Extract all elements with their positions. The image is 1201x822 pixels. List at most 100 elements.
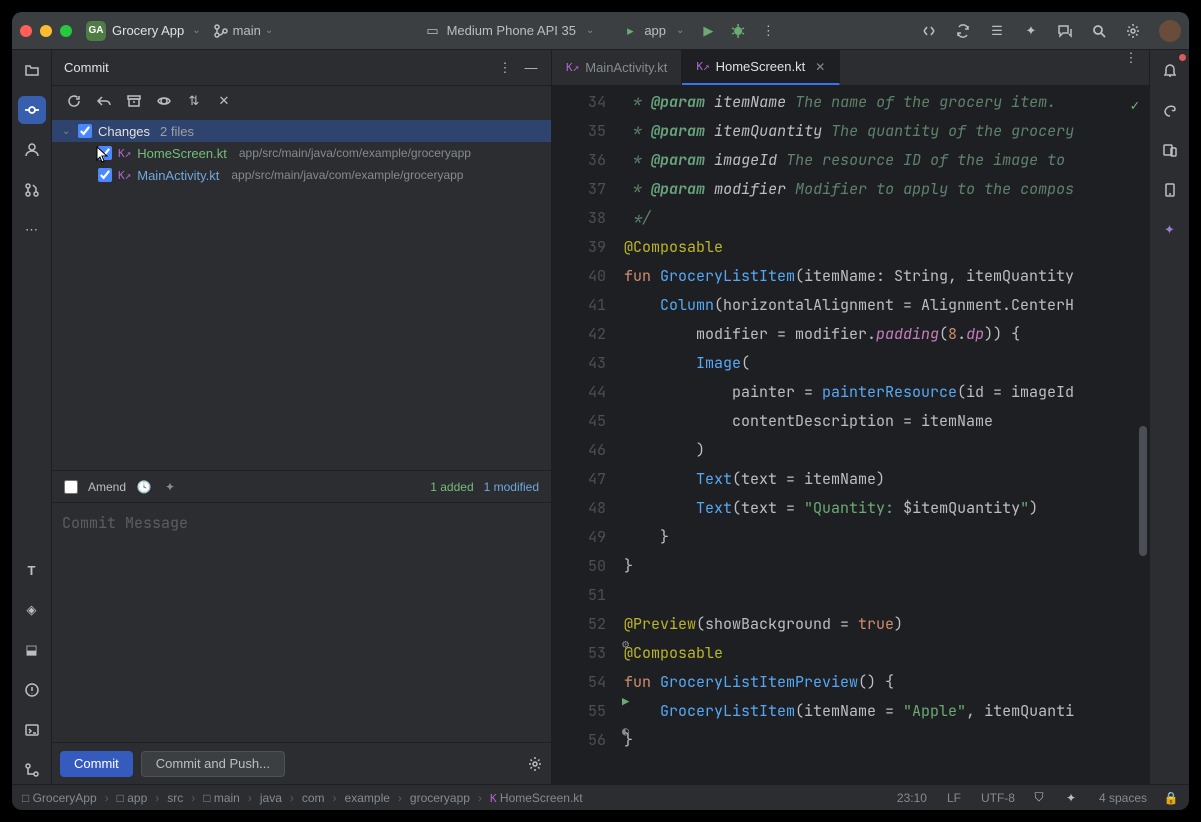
close-tab-icon[interactable]: ✕ xyxy=(815,60,825,74)
app-quality-tool[interactable]: ◈ xyxy=(18,596,46,624)
file-path: app/src/main/java/com/example/groceryapp xyxy=(231,168,463,182)
window-minimize[interactable] xyxy=(40,25,52,37)
running-devices-tool[interactable] xyxy=(1156,176,1184,204)
inspection-ok-icon[interactable]: ✓ xyxy=(1131,92,1139,121)
close-icon[interactable]: ✕ xyxy=(216,93,232,109)
commit-settings-icon[interactable] xyxy=(527,756,543,772)
problems-tool[interactable] xyxy=(18,676,46,704)
people-tool[interactable] xyxy=(18,136,46,164)
window-close[interactable] xyxy=(20,25,32,37)
run-config[interactable]: app xyxy=(644,23,666,38)
commit-tool[interactable] xyxy=(18,96,46,124)
tab-label: HomeScreen.kt xyxy=(716,59,806,74)
tab-homescreen[interactable]: K↗ HomeScreen.kt ✕ xyxy=(682,50,840,85)
readonly-icon[interactable]: ⛉ xyxy=(1031,790,1047,806)
notifications-tool[interactable] xyxy=(1156,56,1184,84)
show-diff-icon[interactable] xyxy=(156,93,172,109)
gutter-run-icon[interactable]: ▶ xyxy=(622,688,629,717)
gutter-marker-icon[interactable]: ◐ xyxy=(622,717,629,746)
panel-minimize-icon[interactable]: — xyxy=(523,60,539,76)
breadcrumb[interactable]: □ GroceryApp xyxy=(22,791,97,805)
run-icon[interactable]: ▶ xyxy=(700,23,716,39)
tab-options-icon[interactable]: ⋮ xyxy=(1123,50,1139,66)
expand-icon[interactable]: ⇅ xyxy=(186,93,202,109)
file-name: HomeScreen.kt xyxy=(137,146,227,161)
changes-node[interactable]: ⌄ Changes 2 files xyxy=(52,120,551,142)
file-row[interactable]: K↗ MainActivity.kt app/src/main/java/com… xyxy=(52,164,551,186)
added-count: 1 added xyxy=(430,480,473,494)
changes-tree[interactable]: ⌄ Changes 2 files K↗ HomeScreen.kt app/s… xyxy=(52,116,551,470)
gradle-tool[interactable] xyxy=(1156,96,1184,124)
changes-checkbox[interactable] xyxy=(78,124,92,138)
project-badge: GA xyxy=(86,21,106,41)
commit-button[interactable]: Commit xyxy=(60,751,133,777)
search-icon[interactable] xyxy=(1091,23,1107,39)
breadcrumb[interactable]: example xyxy=(345,791,390,805)
more-tools[interactable]: ⋯ xyxy=(18,216,46,244)
breadcrumb[interactable]: □ main xyxy=(203,791,240,805)
lock-icon[interactable]: 🔒 xyxy=(1163,790,1179,806)
line-gutter: ⚙ ▶ ◐ 3435363738394041424344454647484950… xyxy=(552,86,624,784)
file-checkbox[interactable] xyxy=(98,168,112,182)
history-icon[interactable]: 🕓 xyxy=(136,479,152,495)
collapse-icon[interactable]: ⌄ xyxy=(62,126,72,137)
build-variants-tool[interactable]: ⬓ xyxy=(18,636,46,664)
ai-status-icon[interactable]: ✦ xyxy=(1063,790,1079,806)
debug-icon[interactable] xyxy=(730,23,746,39)
pull-requests-tool[interactable] xyxy=(18,176,46,204)
tab-mainactivity[interactable]: K↗ MainActivity.kt xyxy=(552,50,682,85)
code-review-icon[interactable] xyxy=(1057,23,1073,39)
amend-label: Amend xyxy=(88,480,126,494)
amend-checkbox[interactable] xyxy=(64,480,78,494)
cursor-position[interactable]: 23:10 xyxy=(897,791,927,805)
code-editor[interactable]: ✓ ⚙ ▶ ◐ 34353637383940414243444546474849… xyxy=(552,86,1149,784)
settings-icon[interactable] xyxy=(1125,23,1141,39)
gutter-settings-icon[interactable]: ⚙ xyxy=(622,630,629,659)
build-icon[interactable]: ✦ xyxy=(1023,23,1039,39)
code-content: * @param itemName The name of the grocer… xyxy=(624,86,1149,784)
shelve-icon[interactable] xyxy=(126,93,142,109)
window-zoom[interactable] xyxy=(60,25,72,37)
breadcrumb[interactable]: com xyxy=(302,791,325,805)
panel-options-icon[interactable]: ⋮ xyxy=(497,60,513,76)
branch-icon xyxy=(213,23,229,39)
project-tool[interactable] xyxy=(18,56,46,84)
commit-panel: Commit ⋮ — ⇅ ✕ ⌄ Changes 2 files xyxy=(52,50,552,784)
chevron-down-icon[interactable]: ⌄ xyxy=(192,25,200,36)
vcs-tool[interactable] xyxy=(18,756,46,784)
tab-label: MainActivity.kt xyxy=(585,60,667,75)
changes-count: 2 files xyxy=(160,124,194,139)
device-manager-tool[interactable] xyxy=(1156,136,1184,164)
project-name[interactable]: Grocery App xyxy=(112,23,184,38)
file-row[interactable]: K↗ HomeScreen.kt app/src/main/java/com/e… xyxy=(52,142,551,164)
commit-message-input[interactable] xyxy=(52,503,551,742)
ai-suggest-icon[interactable]: ✦ xyxy=(162,479,178,495)
running-devices-icon[interactable]: ☰ xyxy=(989,23,1005,39)
ai-assistant-tool[interactable]: ✦ xyxy=(1156,216,1184,244)
module-icon: ▸ xyxy=(622,23,638,39)
code-with-me-icon[interactable] xyxy=(921,23,937,39)
line-separator[interactable]: LF xyxy=(947,791,961,805)
device-selector[interactable]: Medium Phone API 35 xyxy=(447,23,576,38)
vertical-scrollbar[interactable] xyxy=(1139,426,1147,556)
more-icon[interactable]: ⋮ xyxy=(760,23,776,39)
rollback-icon[interactable] xyxy=(96,93,112,109)
sync-icon[interactable] xyxy=(955,23,971,39)
refresh-icon[interactable] xyxy=(66,93,82,109)
kotlin-file-icon: K↗ xyxy=(118,169,131,182)
breadcrumb[interactable]: □ app xyxy=(117,791,148,805)
breadcrumb[interactable]: groceryapp xyxy=(410,791,470,805)
indent[interactable]: 4 spaces xyxy=(1099,791,1147,805)
breadcrumb[interactable]: K HomeScreen.kt xyxy=(490,791,583,805)
file-checkbox[interactable] xyxy=(98,146,112,160)
user-avatar[interactable] xyxy=(1159,20,1181,42)
terminal-tool[interactable] xyxy=(18,716,46,744)
modified-count: 1 modified xyxy=(484,480,539,494)
branch-selector[interactable]: main ⌄ xyxy=(213,23,274,39)
right-tool-stripe: ✦ xyxy=(1149,50,1189,784)
text-tool[interactable]: T xyxy=(18,556,46,584)
breadcrumb[interactable]: java xyxy=(260,791,282,805)
commit-and-push-button[interactable]: Commit and Push... xyxy=(141,751,285,777)
breadcrumb[interactable]: src xyxy=(167,791,183,805)
encoding[interactable]: UTF-8 xyxy=(981,791,1015,805)
